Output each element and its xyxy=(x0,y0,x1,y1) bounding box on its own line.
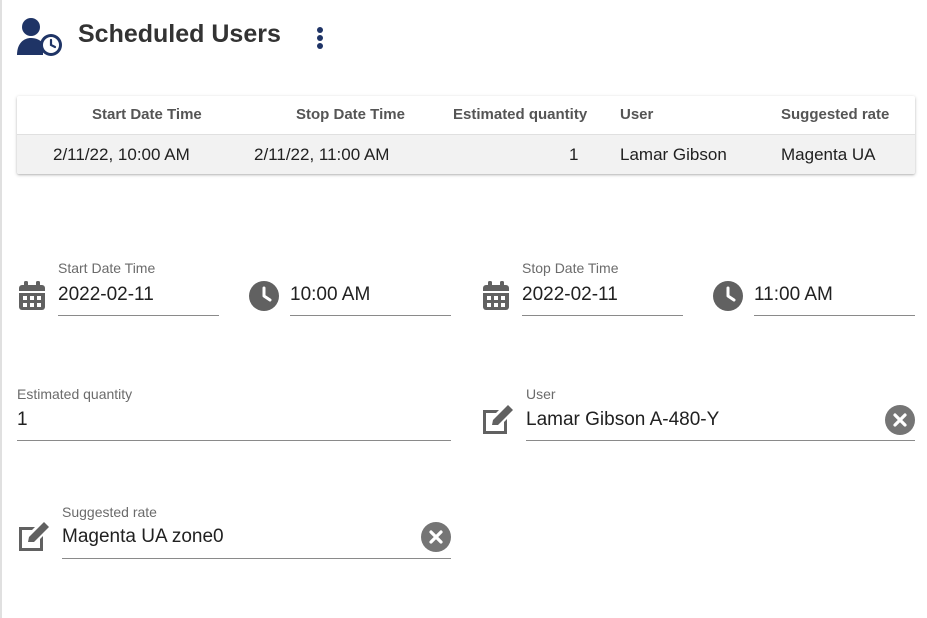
start-date-field[interactable]: Start Date Time 2022-02-11 xyxy=(58,260,219,316)
calendar-icon[interactable] xyxy=(17,280,47,312)
calendar-icon[interactable] xyxy=(481,280,511,312)
cell-rate: Magenta UA xyxy=(781,145,876,164)
more-menu-button[interactable] xyxy=(308,24,332,52)
stop-time-field[interactable]: 11:00 AM xyxy=(754,260,915,316)
stop-date-input[interactable]: 2022-02-11 xyxy=(522,284,618,306)
suggested-rate-label: Suggested rate xyxy=(62,504,157,520)
column-header-start[interactable]: Start Date Time xyxy=(92,106,202,123)
clock-icon[interactable] xyxy=(712,280,744,312)
page-title: Scheduled Users xyxy=(78,20,281,48)
column-header-stop[interactable]: Stop Date Time xyxy=(296,106,405,123)
stop-time-input[interactable]: 11:00 AM xyxy=(754,284,833,306)
stop-date-field[interactable]: Stop Date Time 2022-02-11 xyxy=(522,260,683,316)
clear-icon xyxy=(421,522,451,552)
left-divider xyxy=(0,0,2,618)
cell-user: Lamar Gibson xyxy=(620,145,727,164)
suggested-rate-field[interactable]: Suggested rate Magenta UA zone0 xyxy=(62,504,451,559)
clear-icon xyxy=(885,405,915,435)
start-time-input[interactable]: 10:00 AM xyxy=(290,284,370,306)
cell-quantity: 1 xyxy=(569,145,579,164)
column-header-quantity[interactable]: Estimated quantity xyxy=(453,106,587,123)
stop-date-label: Stop Date Time xyxy=(522,260,619,276)
column-header-user[interactable]: User xyxy=(620,106,653,123)
edit-icon[interactable] xyxy=(479,403,517,437)
column-header-rate[interactable]: Suggested rate xyxy=(781,106,889,123)
rate-clear-button[interactable] xyxy=(421,522,451,552)
more-vertical-icon xyxy=(317,27,323,49)
edit-icon[interactable] xyxy=(15,520,53,554)
estimated-quantity-field[interactable]: Estimated quantity 1 xyxy=(17,386,451,441)
user-input[interactable]: Lamar Gibson A-480-Y xyxy=(526,409,719,431)
start-time-field[interactable]: 10:00 AM xyxy=(290,260,451,316)
scheduled-users-table: Start Date Time Stop Date Time Estimated… xyxy=(17,96,915,174)
suggested-rate-input[interactable]: Magenta UA zone0 xyxy=(62,526,224,548)
start-date-input[interactable]: 2022-02-11 xyxy=(58,284,154,306)
user-clear-button[interactable] xyxy=(885,405,915,435)
user-label: User xyxy=(526,386,556,402)
table-row[interactable]: 2/11/22, 10:00 AM 2/11/22, 11:00 AM 1 La… xyxy=(17,135,915,174)
estimated-quantity-label: Estimated quantity xyxy=(17,386,133,402)
user-clock-icon xyxy=(16,15,62,57)
page-header: Scheduled Users xyxy=(16,14,323,58)
clock-icon[interactable] xyxy=(248,280,280,312)
cell-stop: 2/11/22, 11:00 AM xyxy=(254,145,390,164)
start-date-label: Start Date Time xyxy=(58,260,156,276)
cell-start: 2/11/22, 10:00 AM xyxy=(53,145,190,164)
estimated-quantity-input[interactable]: 1 xyxy=(17,409,28,431)
user-field[interactable]: User Lamar Gibson A-480-Y xyxy=(526,386,915,441)
table-header: Start Date Time Stop Date Time Estimated… xyxy=(17,96,915,135)
